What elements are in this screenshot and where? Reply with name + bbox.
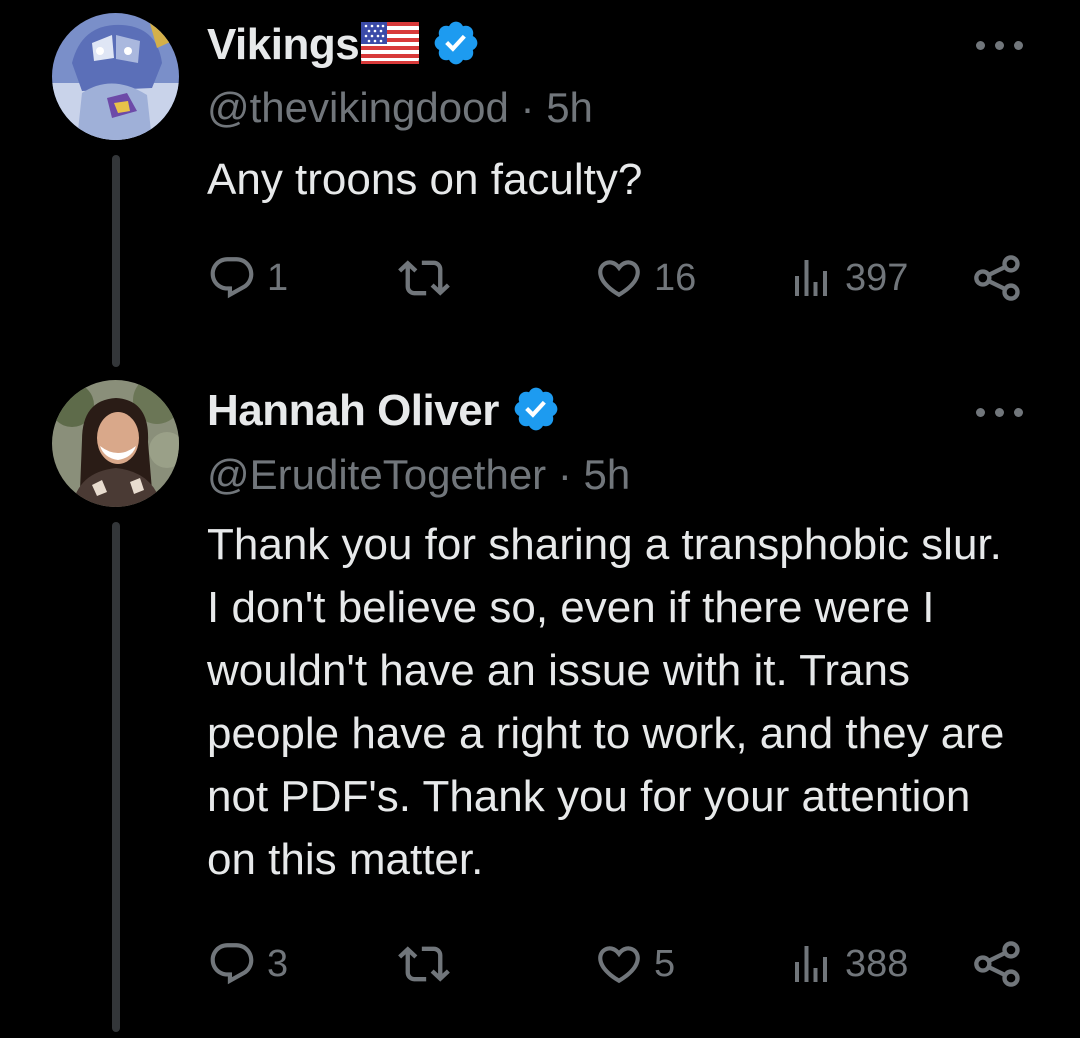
display-name[interactable]: Vikings (207, 20, 360, 70)
like-button[interactable]: 16 (594, 248, 696, 308)
more-icon[interactable] (976, 38, 1024, 52)
tweet-1[interactable]: Vikings @thevikingdood · 5h Any troons o… (0, 0, 1080, 370)
handle[interactable]: @EruditeTogether (207, 451, 546, 498)
views-button[interactable]: 388 (787, 934, 908, 994)
views-icon (787, 253, 835, 303)
retweet-button[interactable] (393, 934, 465, 994)
separator: · (557, 451, 572, 498)
tweet-2[interactable]: Hannah Oliver @EruditeTogether · 5h Than… (0, 370, 1080, 1038)
reply-count: 1 (267, 256, 289, 299)
share-icon (972, 938, 1024, 990)
display-name[interactable]: Hannah Oliver (207, 386, 499, 436)
share-icon (972, 252, 1024, 304)
handle[interactable]: @thevikingdood (207, 84, 509, 131)
robot-viking-avatar-icon (52, 13, 179, 140)
us-flag-icon (361, 21, 420, 69)
handle-row: @EruditeTogether · 5h (207, 447, 630, 503)
timestamp[interactable]: 5h (584, 451, 631, 498)
tweet-text: Thank you for sharing a transphobic slur… (207, 520, 1005, 884)
view-count: 397 (845, 256, 909, 299)
verified-badge-icon[interactable] (431, 18, 481, 73)
tweet-text: Any troons on faculty? (207, 155, 643, 204)
author-row: Hannah Oliver (207, 383, 561, 439)
author-row: Vikings (207, 17, 481, 73)
avatar[interactable] (52, 13, 179, 140)
like-button[interactable]: 5 (594, 934, 675, 994)
retweet-button[interactable] (393, 248, 465, 308)
timestamp[interactable]: 5h (546, 84, 593, 131)
reply-button[interactable]: 1 (207, 248, 288, 308)
share-button[interactable] (972, 934, 1024, 994)
like-icon (594, 253, 644, 303)
like-count: 5 (654, 942, 676, 985)
reply-icon (207, 253, 257, 303)
handle-row: @thevikingdood · 5h (207, 80, 593, 136)
reply-count: 3 (267, 942, 289, 985)
reply-icon (207, 939, 257, 989)
like-count: 16 (654, 256, 697, 299)
retweet-icon (393, 938, 455, 990)
views-icon (787, 939, 835, 989)
like-icon (594, 939, 644, 989)
retweet-icon (393, 252, 455, 304)
more-icon[interactable] (976, 405, 1024, 419)
woman-portrait-avatar-icon (52, 380, 179, 507)
action-bar: 1 16 397 (0, 248, 1080, 308)
views-button[interactable]: 397 (787, 248, 908, 308)
verified-badge-icon[interactable] (511, 384, 561, 439)
share-button[interactable] (972, 248, 1024, 308)
view-count: 388 (845, 942, 909, 985)
avatar[interactable] (52, 380, 179, 507)
separator: · (520, 84, 535, 131)
action-bar: 3 5 388 (0, 934, 1080, 994)
reply-button[interactable]: 3 (207, 934, 288, 994)
